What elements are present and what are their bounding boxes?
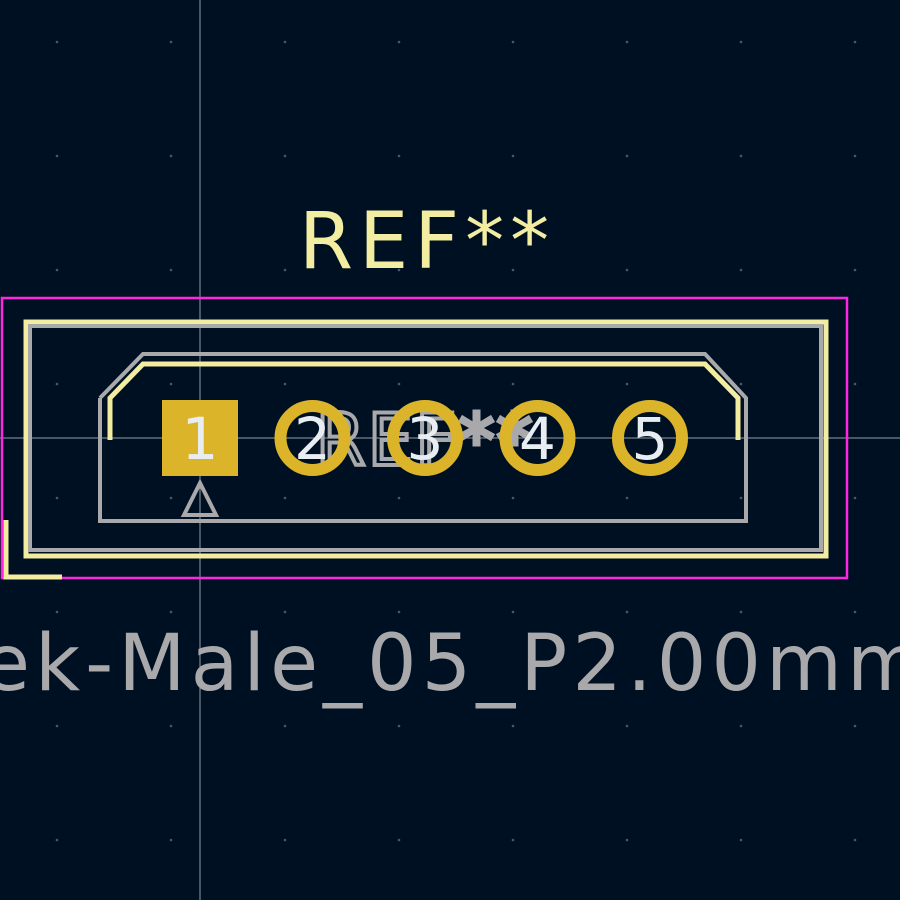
silk-reference-text[interactable]: REF**	[299, 197, 555, 287]
grid-dot	[283, 724, 287, 728]
grid-dot	[55, 382, 59, 386]
grid-dot	[169, 268, 173, 272]
grid-dot	[55, 724, 59, 728]
grid-dot	[511, 838, 515, 842]
grid-dot	[853, 268, 857, 272]
grid-dot	[55, 268, 59, 272]
pad-number-label: 4	[519, 405, 556, 473]
grid-dot	[169, 724, 173, 728]
grid-dot	[397, 496, 401, 500]
grid-dot	[853, 382, 857, 386]
grid-dot	[739, 496, 743, 500]
grid-dot	[397, 610, 401, 614]
grid-dot	[511, 154, 515, 158]
grid-dot	[511, 724, 515, 728]
grid-dot	[739, 154, 743, 158]
grid-dot	[283, 268, 287, 272]
grid-dot	[511, 40, 515, 44]
grid-dot	[511, 382, 515, 386]
grid-dot	[625, 154, 629, 158]
grid-dot	[55, 154, 59, 158]
grid-dot	[739, 40, 743, 44]
pad-number-label: 1	[182, 405, 219, 473]
grid-dot	[283, 382, 287, 386]
grid-dot	[625, 40, 629, 44]
pcb-canvas[interactable]: REF** 12345 REF** ek-Male_05_P2.00mm	[0, 0, 900, 900]
grid-dot	[853, 610, 857, 614]
grid-dot	[625, 382, 629, 386]
grid-dot	[169, 382, 173, 386]
pad-1[interactable]: 1	[162, 400, 238, 476]
grid-dot	[739, 610, 743, 614]
grid-dot	[853, 838, 857, 842]
grid-dot	[397, 40, 401, 44]
grid-dot	[283, 154, 287, 158]
grid-dot	[397, 154, 401, 158]
grid-dot	[169, 154, 173, 158]
grid-dot	[625, 268, 629, 272]
grid-dot	[739, 838, 743, 842]
grid-dot	[853, 154, 857, 158]
fab-value-text[interactable]: ek-Male_05_P2.00mm	[0, 619, 900, 709]
grid-dot	[625, 724, 629, 728]
grid-dot	[739, 724, 743, 728]
grid-dot	[283, 610, 287, 614]
grid-dot	[55, 610, 59, 614]
grid-dot	[739, 268, 743, 272]
grid-dot	[853, 724, 857, 728]
grid-dot	[853, 40, 857, 44]
pad-number-label: 3	[407, 405, 444, 473]
grid-dot	[283, 40, 287, 44]
grid-dot	[283, 838, 287, 842]
grid-dot	[169, 610, 173, 614]
grid-dot	[169, 838, 173, 842]
grid-dot	[511, 610, 515, 614]
grid-dot	[625, 610, 629, 614]
grid-dot	[853, 496, 857, 500]
grid-dot	[283, 496, 287, 500]
grid-dot	[55, 40, 59, 44]
grid-dot	[169, 40, 173, 44]
grid-dot	[55, 496, 59, 500]
pad-number-label: 2	[294, 405, 331, 473]
grid-dot	[739, 382, 743, 386]
grid-dot	[397, 382, 401, 386]
grid-dot	[55, 838, 59, 842]
grid-dot	[511, 496, 515, 500]
grid-dot	[397, 838, 401, 842]
grid-dot	[397, 724, 401, 728]
pad-number-label: 5	[632, 405, 669, 473]
grid-dot	[625, 496, 629, 500]
grid-dot	[625, 838, 629, 842]
grid-dot	[169, 496, 173, 500]
